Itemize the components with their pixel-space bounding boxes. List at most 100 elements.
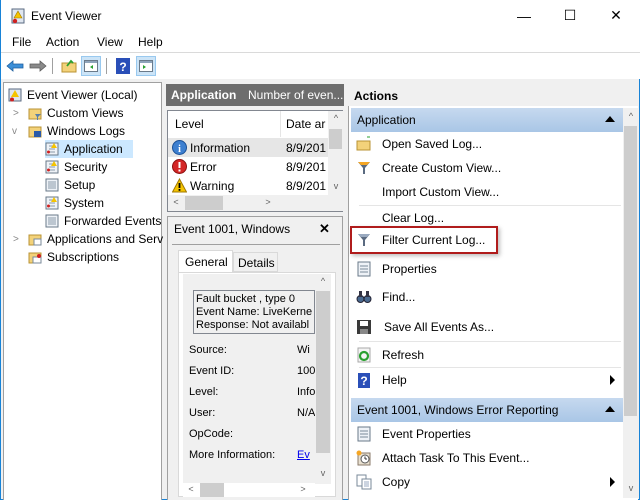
field-label: More Information: [189, 449, 276, 461]
action-create-custom-view[interactable]: Create Custom View... [351, 156, 623, 180]
tree-item-setup[interactable]: Setup [45, 176, 95, 194]
detail-vertical-scrollbar[interactable]: ^ v [315, 274, 331, 484]
binoculars-icon [356, 291, 372, 303]
log-warning-icon [45, 142, 59, 156]
folder-up-icon [61, 59, 77, 73]
actions-section-application[interactable]: Application [351, 108, 623, 132]
collapse-triangle-icon[interactable] [605, 116, 615, 122]
actions-pane: Application Open Saved Log... Create Cus… [348, 106, 638, 500]
scroll-thumb[interactable] [316, 291, 330, 453]
tree-item-custom-views[interactable]: Custom Views [28, 104, 123, 122]
forward-arrow-icon [29, 60, 47, 72]
tree-item-applications-and-services[interactable]: Applications and Serv [28, 230, 163, 248]
scroll-up-icon[interactable]: ^ [315, 276, 331, 286]
event-row[interactable]: i Information 8/9/201 [168, 138, 328, 157]
menu-action[interactable]: Action [46, 35, 79, 49]
action-refresh[interactable]: Refresh [351, 343, 623, 367]
close-button[interactable]: ✕ [593, 0, 639, 31]
event-row[interactable]: Warning 8/9/201 [168, 176, 328, 195]
field-label: Event ID: [189, 365, 235, 377]
event-list-horizontal-scrollbar[interactable]: < > [168, 195, 343, 211]
tree-item-windows-logs[interactable]: Windows Logs [28, 122, 125, 140]
tree-item-security[interactable]: Security [45, 158, 107, 176]
scroll-down-icon[interactable]: v [315, 468, 331, 478]
toolbar-separator [106, 58, 107, 74]
tree-label: Security [64, 160, 108, 174]
filter-folder-icon [28, 108, 42, 120]
tree-item-forwarded-events[interactable]: Forwarded Events [45, 212, 161, 230]
subscriptions-icon [28, 252, 42, 264]
action-attach-task[interactable]: Attach Task To This Event... [351, 446, 623, 470]
event-list: Level Date ar i Information 8/9/201 Erro… [167, 110, 343, 212]
tree-root[interactable]: Event Viewer (Local) [8, 86, 138, 104]
actions-vertical-scrollbar[interactable]: ^ v [623, 108, 638, 498]
event-row[interactable]: Error 8/9/201 [168, 157, 328, 176]
action-open-saved-log[interactable]: Open Saved Log... [351, 132, 623, 156]
action-label: Attach Task To This Event... [382, 451, 530, 465]
help-button[interactable]: ? [113, 56, 133, 76]
back-button[interactable] [5, 56, 25, 76]
collapse-chevron-icon[interactable]: v [12, 126, 17, 137]
field-label: Source: [189, 344, 227, 356]
minimize-button[interactable]: — [501, 0, 547, 31]
forward-button[interactable] [28, 56, 48, 76]
expand-chevron-icon[interactable]: > [13, 234, 19, 245]
event-list-vertical-scrollbar[interactable]: ^ v [328, 111, 343, 195]
close-detail-icon[interactable]: ✕ [319, 221, 330, 237]
scroll-left-icon[interactable]: < [183, 484, 199, 494]
folder-icon [28, 234, 42, 246]
menu-view[interactable]: View [97, 35, 123, 49]
scroll-thumb[interactable] [185, 196, 223, 210]
event-viewer-window: Event Viewer — ☐ ✕ File Action View Help… [0, 0, 640, 500]
action-import-custom-view[interactable]: Import Custom View... [351, 180, 623, 204]
detail-horizontal-scrollbar[interactable]: < > [183, 483, 315, 497]
scroll-right-icon[interactable]: > [295, 484, 311, 494]
scroll-left-icon[interactable]: < [168, 197, 184, 207]
action-copy[interactable]: Copy [351, 470, 623, 494]
show-hide-action-pane-button[interactable] [136, 56, 156, 76]
scroll-down-icon[interactable]: v [623, 483, 639, 493]
refresh-icon [357, 347, 371, 363]
properties-icon [357, 426, 371, 442]
tab-general[interactable]: General [178, 250, 233, 272]
collapse-triangle-icon[interactable] [605, 406, 615, 412]
maximize-button[interactable]: ☐ [547, 0, 593, 31]
column-divider[interactable] [280, 111, 281, 137]
action-label: Open Saved Log... [382, 137, 483, 151]
tree-item-system[interactable]: System [45, 194, 104, 212]
expand-chevron-icon[interactable]: > [13, 108, 19, 119]
actions-section-event[interactable]: Event 1001, Windows Error Reporting [351, 398, 623, 422]
menu-help[interactable]: Help [138, 35, 163, 49]
action-event-properties[interactable]: Event Properties [351, 422, 623, 446]
scroll-thumb[interactable] [200, 483, 224, 497]
menu-file[interactable]: File [12, 35, 31, 49]
action-help[interactable]: ? Help [351, 368, 623, 392]
maximize-icon: ☐ [563, 7, 577, 23]
up-folder-button[interactable] [59, 56, 79, 76]
action-properties[interactable]: Properties [351, 257, 623, 281]
action-label: Create Custom View... [382, 161, 502, 175]
action-save-all-events[interactable]: Save All Events As... [351, 315, 623, 339]
more-information-link[interactable]: Ev [297, 449, 315, 461]
event-message-box[interactable]: Fault bucket , type 0 Event Name: LiveKe… [193, 290, 315, 334]
column-header-date[interactable]: Date ar [286, 117, 325, 131]
tree-item-subscriptions[interactable]: Subscriptions [28, 248, 119, 266]
tree-item-application[interactable]: Application [45, 140, 133, 158]
scroll-up-icon[interactable]: ^ [328, 113, 344, 123]
scroll-thumb[interactable] [624, 126, 637, 416]
action-find[interactable]: Find... [351, 285, 623, 309]
tree-label: Subscriptions [47, 250, 120, 264]
event-detail-title: Event 1001, Windows [174, 222, 291, 236]
log-warning-icon [45, 160, 59, 174]
field-label: Level: [189, 386, 219, 398]
tab-details[interactable]: Details [233, 252, 278, 272]
event-detail-pane: Event 1001, Windows ✕ General Details Fa… [167, 216, 343, 500]
scroll-thumb[interactable] [329, 129, 342, 149]
event-date: 8/9/201 [286, 179, 327, 193]
scroll-up-icon[interactable]: ^ [623, 111, 639, 121]
scroll-right-icon[interactable]: > [260, 197, 276, 207]
scroll-down-icon[interactable]: v [328, 181, 344, 191]
show-hide-console-tree-button[interactable] [81, 56, 101, 76]
actions-header: Actions [348, 84, 638, 106]
column-header-level[interactable]: Level [175, 117, 204, 131]
